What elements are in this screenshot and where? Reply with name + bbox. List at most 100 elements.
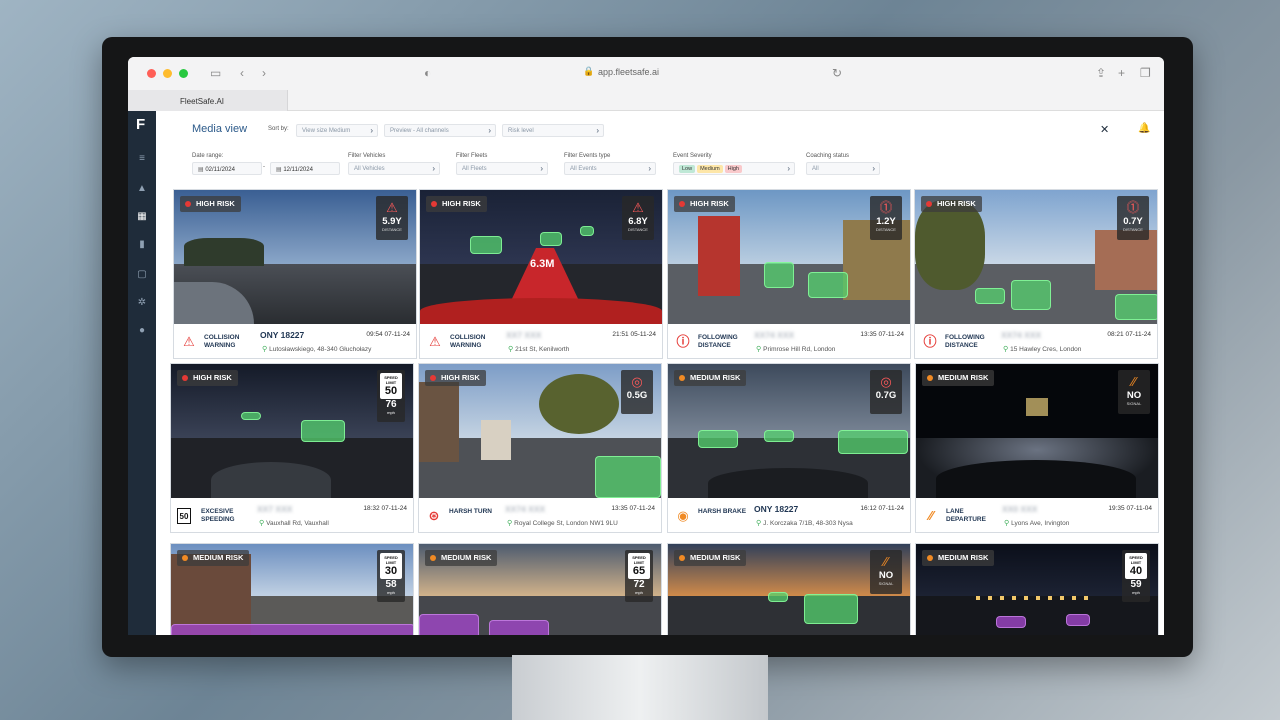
harsh-brake-icon: ◉ — [677, 508, 689, 523]
alert-circle-icon: ⓵ — [1126, 200, 1140, 215]
coaching-select[interactable]: All › — [806, 162, 880, 175]
chevron-right-icon: › — [370, 126, 373, 135]
chevron-right-icon: › — [488, 126, 491, 135]
event-timestamp: 18:32 07-11-24 — [363, 505, 407, 512]
severity-pill-low[interactable]: Low — [679, 165, 696, 173]
shield-icon[interactable]: ◐ — [424, 66, 431, 80]
event-card[interactable]: MEDIUM RISK ⁄⁄ NO SIGNAL ⁄⁄ LANE DEPARTURE… — [915, 363, 1159, 533]
devices-icon[interactable]: ▢ — [136, 269, 148, 281]
back-icon[interactable]: ‹ — [240, 66, 244, 80]
alert-circle-icon: ⓵ — [879, 200, 893, 215]
share-icon[interactable]: ⇪ — [1096, 66, 1106, 80]
current-speed: 72 — [633, 579, 645, 590]
distance-metric: ⓵ 1.2Y DISTANCE — [870, 196, 902, 240]
risk-badge: MEDIUM RISK — [674, 550, 747, 566]
date-to-input[interactable]: ▤ 12/11/2024 — [270, 162, 340, 175]
media-grid-icon[interactable]: ▦ — [136, 211, 148, 223]
filter-vehicles-select[interactable]: All Vehicles › — [348, 162, 440, 175]
sort-view-size-select[interactable]: View size Medium › — [296, 124, 378, 137]
coaching-value: All — [812, 166, 819, 172]
settings-icon[interactable]: ✲ — [136, 297, 148, 309]
speed-metric: SPEED LIMIT 40 59 mph — [1122, 550, 1150, 602]
severity-pill-high[interactable]: High — [724, 165, 742, 173]
tabs-overview-icon[interactable]: ❐ — [1140, 66, 1151, 80]
event-card[interactable]: HIGH RISK ⓵ 1.2Y DISTANCE ⓘ FOLLOWING DIST… — [667, 189, 911, 359]
date-range-label: Date range: — [192, 153, 224, 159]
sort-preview-value: Preview - All channels — [390, 128, 449, 134]
event-location: ⚲ Lutosławskiego, 48-340 Głuchołazy — [262, 346, 372, 353]
menu-icon[interactable]: ≡ — [136, 153, 148, 165]
vehicle-plate: XX74 XXX — [754, 330, 795, 340]
zoom-window-button[interactable] — [179, 69, 188, 78]
risk-badge: HIGH RISK — [921, 196, 982, 212]
vehicle-plate: XX7 XXX — [257, 504, 293, 514]
sort-risk-value: Risk level — [508, 128, 534, 134]
warning-triangle-icon: ⚠ — [632, 200, 644, 215]
window-controls — [147, 69, 188, 78]
speed-limit-icon: 50 — [177, 508, 191, 524]
severity-select[interactable]: Low Medium High › — [673, 162, 795, 175]
severity-label: Event Severity — [673, 153, 712, 159]
event-details: ⁄⁄ LANE DEPARTURE XX0 XXX 19:35 07-11-04… — [916, 498, 1158, 532]
event-card[interactable]: MEDIUM RISK SPEED LIMIT 65 72 mph — [418, 543, 662, 635]
event-card[interactable]: 6.3M HIGH RISK ⚠ 6.8Y DISTANCE ⚠ COLLISION… — [419, 189, 663, 359]
signal-metric: ⁄⁄ NO SIGNAL — [870, 550, 902, 594]
filter-events-select[interactable]: All Events › — [564, 162, 656, 175]
event-timestamp: 19:35 07-11-04 — [1108, 505, 1152, 512]
event-type: LANE DEPARTURE — [946, 508, 986, 523]
filter-fleets-select[interactable]: All Fleets › — [456, 162, 548, 175]
address-bar[interactable]: app.fleetsafe.ai — [598, 67, 659, 77]
new-tab-icon[interactable]: + — [1118, 66, 1125, 80]
event-timestamp: 08:21 07-11-24 — [1107, 331, 1151, 338]
event-card[interactable]: HIGH RISK ⚠ 5.9Y DISTANCE ⚠ COLLISION WARN… — [173, 189, 417, 359]
date-from-value: 02/11/2024 — [205, 167, 235, 173]
harsh-turn-icon: ⊛ — [428, 508, 440, 523]
date-from-input[interactable]: ▤ 02/11/2024 — [192, 162, 262, 175]
speed-metric: SPEED LIMIT 30 58 mph — [377, 550, 405, 602]
close-window-button[interactable] — [147, 69, 156, 78]
risk-badge: MEDIUM RISK — [922, 550, 995, 566]
dashboard-icon[interactable]: ▲ — [136, 183, 148, 195]
event-timestamp: 13:35 07-11-24 — [611, 505, 655, 512]
location-pin-icon: ⚲ — [508, 346, 514, 353]
event-timestamp: 21:51 05-11-24 — [612, 331, 656, 338]
filter-events-label: Filter Events type — [564, 153, 611, 159]
g-force-metric: ◎ 0.7G — [870, 370, 902, 414]
event-card[interactable]: HIGH RISK ⓵ 0.7Y DISTANCE ⓘ FOLLOWING DIST… — [914, 189, 1158, 359]
close-icon[interactable]: ✕ — [1100, 123, 1109, 136]
browser-tab[interactable]: FleetSafe.AI — [128, 90, 288, 111]
filter-vehicles-label: Filter Vehicles — [348, 153, 386, 159]
chevron-right-icon: › — [432, 164, 435, 173]
risk-badge: MEDIUM RISK — [674, 370, 747, 386]
user-icon[interactable]: ● — [136, 325, 148, 337]
minimize-window-button[interactable] — [163, 69, 172, 78]
filter-vehicles-value: All Vehicles — [354, 166, 385, 172]
vehicle-plate: ONY 18227 — [260, 330, 305, 340]
forward-icon[interactable]: › — [262, 66, 266, 80]
vehicle-plate: ONY 18227 — [754, 504, 799, 514]
app-logo[interactable]: F — [136, 117, 150, 133]
chevron-right-icon: › — [540, 164, 543, 173]
location-pin-icon: ⚲ — [756, 346, 762, 353]
event-type: COLLISION WARNING — [204, 334, 240, 349]
event-card[interactable]: MEDIUM RISK SPEED LIMIT 30 58 mph — [170, 543, 414, 635]
event-details: ⚠ COLLISION WARNING ONY 18227 09:54 07-1… — [174, 324, 416, 358]
location-pin-icon: ⚲ — [259, 520, 265, 527]
reload-icon[interactable]: ↻ — [832, 66, 842, 80]
speed-limit-sign: SPEED LIMIT 65 — [628, 553, 650, 579]
event-card[interactable]: MEDIUM RISK SPEED LIMIT 40 59 mph — [915, 543, 1159, 635]
analytics-icon[interactable]: ▮ — [136, 239, 148, 251]
sort-risk-select[interactable]: Risk level › — [502, 124, 604, 137]
bell-icon[interactable]: 🔔 — [1138, 123, 1150, 134]
event-card[interactable]: MEDIUM RISK ◎ 0.7G ◉ HARSH BRAKE ONY 1822… — [667, 363, 911, 533]
severity-pill-medium[interactable]: Medium — [697, 165, 723, 173]
event-card[interactable]: MEDIUM RISK ⁄⁄ NO SIGNAL — [667, 543, 911, 635]
current-speed: 59 — [1130, 579, 1142, 590]
risk-badge: HIGH RISK — [177, 370, 238, 386]
sort-preview-select[interactable]: Preview - All channels › — [384, 124, 496, 137]
sidebar-toggle-icon[interactable]: ▭ — [210, 66, 221, 80]
following-distance-icon: ⓘ — [923, 334, 937, 349]
event-location: ⚲ J. Korczaka 7/1B, 48-303 Nysa — [756, 520, 853, 527]
event-card[interactable]: HIGH RISK SPEED LIMIT 50 76 mph 50 EXCESI… — [170, 363, 414, 533]
event-card[interactable]: HIGH RISK ◎ 0.5G ⊛ HARSH TURN XX74 XXX 13… — [418, 363, 662, 533]
